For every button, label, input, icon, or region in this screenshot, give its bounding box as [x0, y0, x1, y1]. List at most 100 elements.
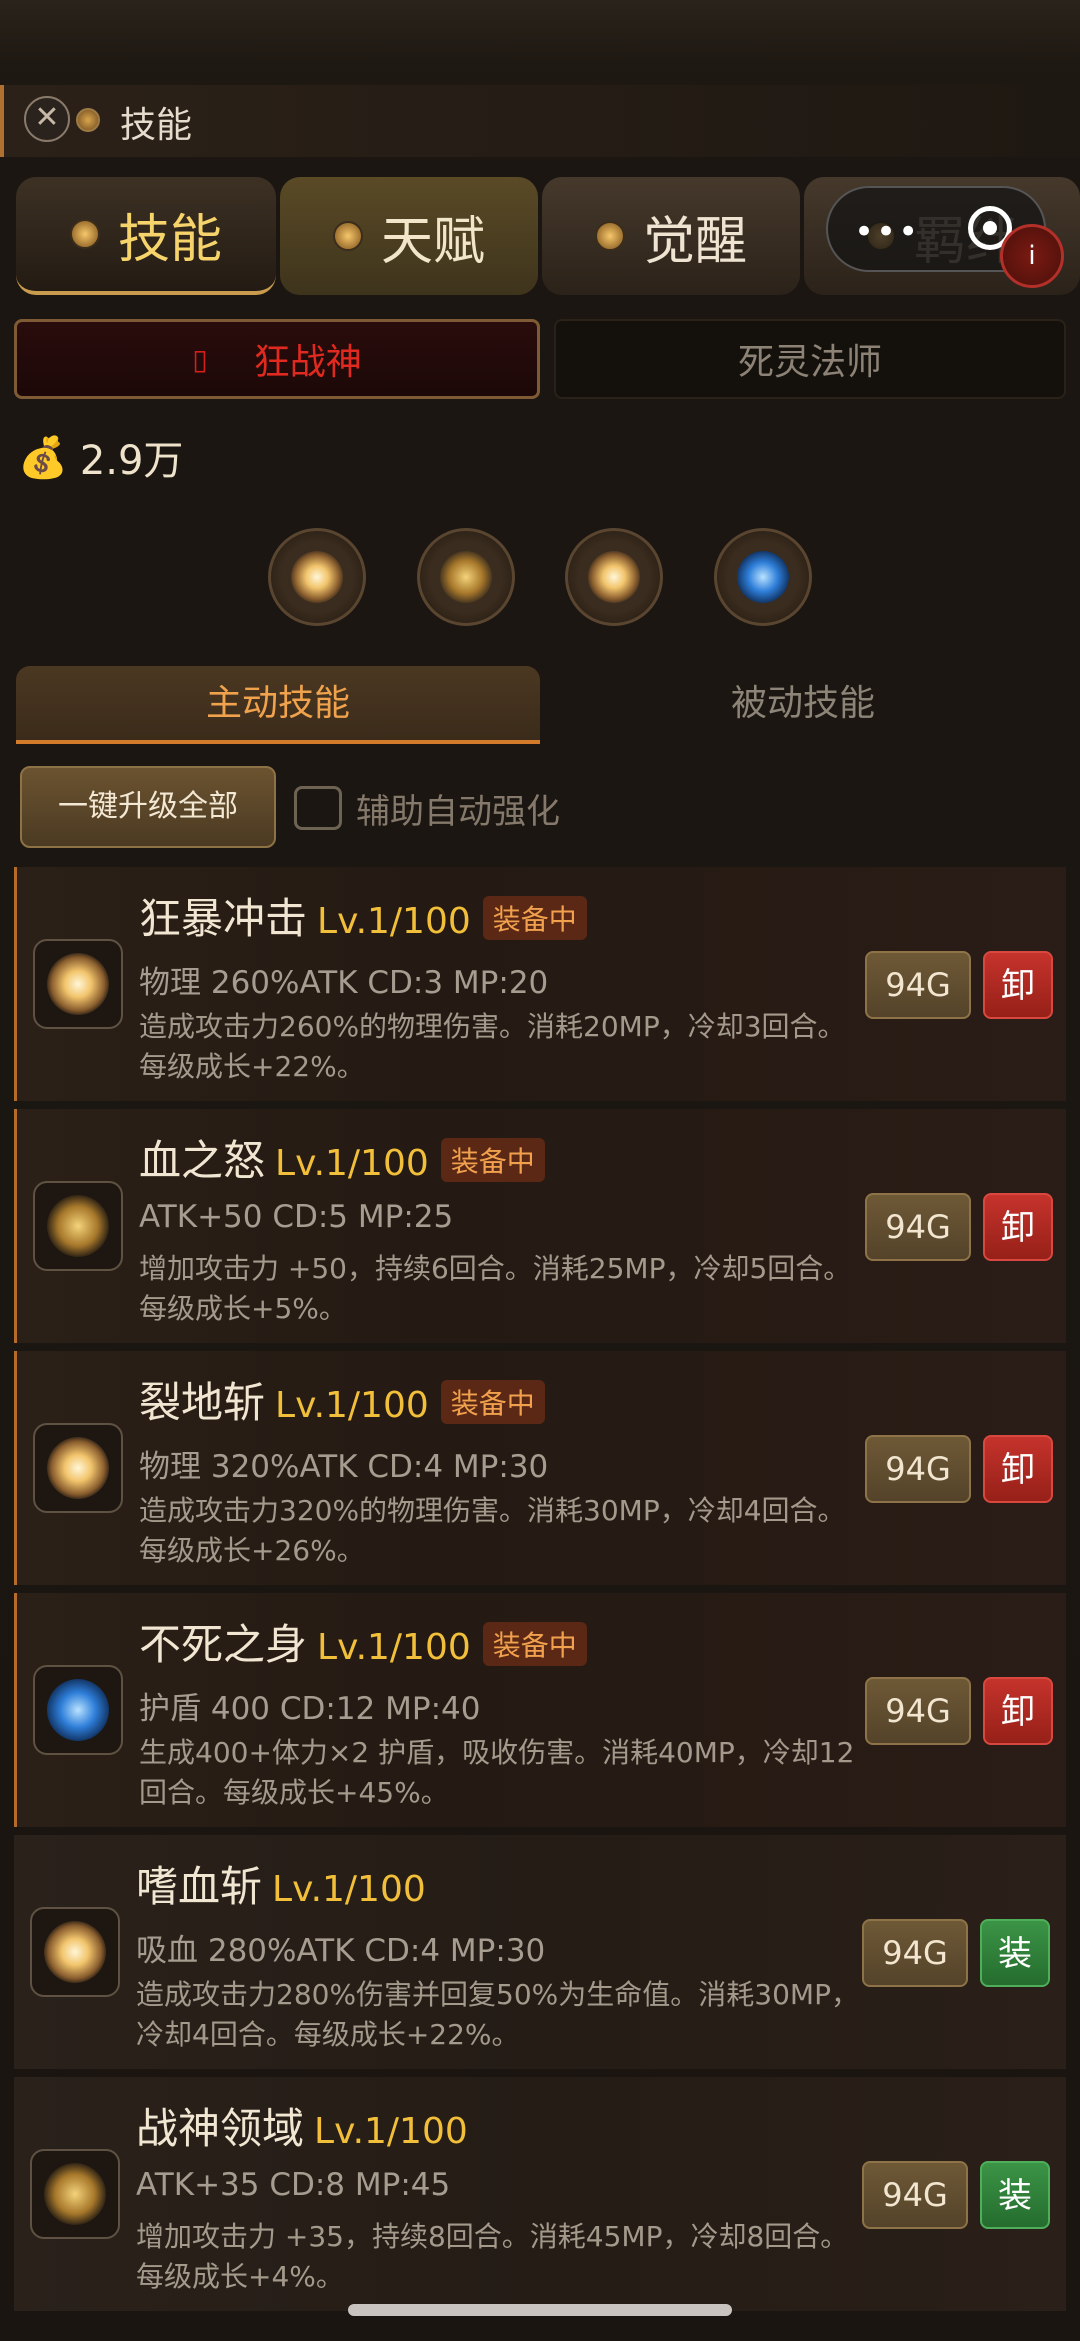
- skill-level: Lv.1/100: [317, 901, 471, 942]
- unequip-button[interactable]: 卸: [983, 1677, 1053, 1745]
- equipped-slot-2[interactable]: [417, 528, 515, 626]
- skill-name: 嗜血斩: [136, 1862, 263, 1911]
- info-button[interactable]: i: [1000, 224, 1064, 288]
- upgrade-cost-button[interactable]: 94G: [865, 1193, 971, 1261]
- skill-name: 狂暴冲击: [139, 894, 308, 943]
- gold-display: 💰 2.9万: [18, 428, 183, 486]
- skill-title: 嗜血斩 Lv.1/100: [136, 1853, 426, 1914]
- equipped-badge: 装备中: [482, 896, 587, 940]
- selected-mark-icon: ▯: [192, 342, 208, 376]
- skill-stats: ATK+50 CD:5 MP:25: [139, 1199, 454, 1235]
- unequip-button[interactable]: 卸: [983, 1193, 1053, 1261]
- skill-icon-frame: [30, 1907, 120, 1997]
- burst-skill-icon: [47, 953, 109, 1015]
- skill-stats: 护盾 400 CD:12 MP:40: [139, 1691, 481, 1727]
- upgrade-cost-button[interactable]: 94G: [862, 1919, 968, 1987]
- skill-description: 造成攻击力260%的物理伤害。消耗20MP，冷却3回合。每级成长+22%。: [139, 1010, 846, 1083]
- skill-level: Lv.1/100: [272, 1869, 426, 1910]
- skill-stats: 吸血 280%ATK CD:4 MP:30: [136, 1933, 546, 1969]
- skill-description: 生成400+体力×2 护盾，吸收伤害。消耗40MP，冷却12回合。每级成长+45…: [139, 1736, 855, 1809]
- arrow-skill-icon: [44, 2163, 106, 2225]
- burst-skill-icon: [588, 551, 640, 603]
- equip-button[interactable]: 装: [980, 2161, 1050, 2229]
- skill-level: Lv.1/100: [317, 1627, 471, 1668]
- unequip-button[interactable]: 卸: [983, 1435, 1053, 1503]
- upgrade-all-button[interactable]: 一键升级全部: [20, 766, 276, 848]
- home-indicator: [348, 2304, 732, 2316]
- skill-title: 裂地斩 Lv.1/100 装备中: [139, 1369, 545, 1430]
- tab-label: 技能: [117, 209, 222, 270]
- blue-skill-icon: [47, 1679, 109, 1741]
- class-label: 死灵法师: [737, 342, 882, 383]
- class-label: 狂战神: [253, 342, 362, 383]
- skill-card[interactable]: 裂地斩 Lv.1/100 装备中物理 320%ATK CD:4 MP:30 造成攻击力…: [14, 1351, 1066, 1585]
- skill-icon-frame: [33, 1423, 123, 1513]
- tab-active-skills[interactable]: 主动技能: [16, 666, 540, 744]
- equipped-slot-1[interactable]: [268, 528, 366, 626]
- skill-level: Lv.1/100: [275, 1385, 429, 1426]
- skill-name: 裂地斩: [139, 1378, 266, 1427]
- equipped-badge: 装备中: [440, 1380, 545, 1424]
- skill-level: Lv.1/100: [314, 2111, 468, 2152]
- skill-title: 不死之身 Lv.1/100 装备中: [139, 1611, 587, 1672]
- flame-icon: [594, 221, 625, 251]
- skill-card[interactable]: 血之怒 Lv.1/100 装备中 ATK+50 CD:5 MP:25 增加攻击力 +50…: [14, 1109, 1066, 1343]
- equipped-badge: 装备中: [482, 1622, 587, 1666]
- page-title: 技能: [120, 105, 193, 146]
- skill-name: 战神领域: [136, 2104, 305, 2153]
- equip-button[interactable]: 装: [980, 1919, 1050, 1987]
- skill-stats: ATK+35 CD:8 MP:45: [136, 2167, 451, 2203]
- skill-card[interactable]: 战神领域 Lv.1/100 ATK+35 CD:8 MP:45 增加攻击力 +35，持…: [14, 2077, 1066, 2311]
- skill-title: 血之怒 Lv.1/100 装备中: [139, 1127, 545, 1188]
- burst-skill-icon: [291, 551, 343, 603]
- tab-label: 觉醒: [642, 211, 747, 272]
- skill-card[interactable]: 不死之身 Lv.1/100 装备中 护盾 400 CD:12 MP:40 生成400+体…: [14, 1593, 1066, 1827]
- medal-icon: [69, 219, 100, 249]
- star-icon: [332, 221, 363, 251]
- skill-icon-frame: [33, 1181, 123, 1271]
- close-button[interactable]: ✕: [24, 96, 70, 142]
- skill-description: 造成攻击力280%伤害并回复50%为生命值。消耗30MP，冷却4回合。每级成长+…: [136, 1978, 859, 2051]
- tab-talent[interactable]: 天赋: [280, 177, 538, 295]
- burst-skill-icon: [44, 1921, 106, 1983]
- auto-enhance-checkbox[interactable]: [294, 786, 342, 830]
- upgrade-cost-button[interactable]: 94G: [865, 1677, 971, 1745]
- upgrade-cost-button[interactable]: 94G: [865, 951, 971, 1019]
- class-tab-berserker[interactable]: ▯ 狂战神: [14, 319, 540, 399]
- skill-icon-frame: [30, 2149, 120, 2239]
- class-tab-necromancer[interactable]: 死灵法师: [554, 319, 1066, 399]
- tab-skills[interactable]: 技能: [16, 177, 276, 295]
- skill-icon-frame: [33, 1665, 123, 1755]
- tab-label: 天赋: [380, 211, 485, 272]
- skill-type-tabs: 主动技能 被动技能: [16, 666, 1066, 744]
- tab-awaken[interactable]: 觉醒: [542, 177, 800, 295]
- skill-title: 狂暴冲击 Lv.1/100 装备中: [139, 885, 587, 946]
- skill-card[interactable]: 狂暴冲击 Lv.1/100 装备中物理 260%ATK CD:3 MP:20 造成攻击…: [14, 867, 1066, 1101]
- skill-name: 不死之身: [139, 1620, 308, 1669]
- equipped-slot-4[interactable]: [714, 528, 812, 626]
- skill-stats: 物理 320%ATK CD:4 MP:30: [139, 1449, 549, 1485]
- skill-level: Lv.1/100: [275, 1143, 429, 1184]
- skill-title: 战神领域 Lv.1/100: [136, 2095, 468, 2156]
- gold-amount: 2.9万: [79, 438, 184, 484]
- shield-skill-icon: [737, 551, 789, 603]
- tab-passive-skills[interactable]: 被动技能: [540, 666, 1066, 744]
- skill-medal-icon: [76, 108, 100, 132]
- arrow-skill-icon: [440, 551, 492, 603]
- equipped-slot-3[interactable]: [565, 528, 663, 626]
- skill-stats: 物理 260%ATK CD:3 MP:20: [139, 965, 549, 1001]
- unequip-button[interactable]: 卸: [983, 951, 1053, 1019]
- more-menu-button[interactable]: •••: [854, 212, 920, 252]
- skill-description: 增加攻击力 +35，持续8回合。消耗45MP，冷却8回合。每级成长+4%。: [136, 2220, 849, 2293]
- skill-description: 增加攻击力 +50，持续6回合。消耗25MP，冷却5回合。每级成长+5%。: [139, 1252, 852, 1325]
- skill-name: 血之怒: [139, 1136, 266, 1185]
- auto-enhance-label: 辅助自动强化: [356, 792, 560, 832]
- skill-icon-frame: [33, 939, 123, 1029]
- upgrade-cost-button[interactable]: 94G: [865, 1435, 971, 1503]
- equipped-badge: 装备中: [440, 1138, 545, 1182]
- burst-skill-icon: [47, 1437, 109, 1499]
- upgrade-cost-button[interactable]: 94G: [862, 2161, 968, 2229]
- skill-card[interactable]: 嗜血斩 Lv.1/100 吸血 280%ATK CD:4 MP:30 造成攻击力280…: [14, 1835, 1066, 2069]
- money-bag-icon: 💰: [18, 434, 68, 481]
- skill-description: 造成攻击力320%的物理伤害。消耗30MP，冷却4回合。每级成长+26%。: [139, 1494, 846, 1567]
